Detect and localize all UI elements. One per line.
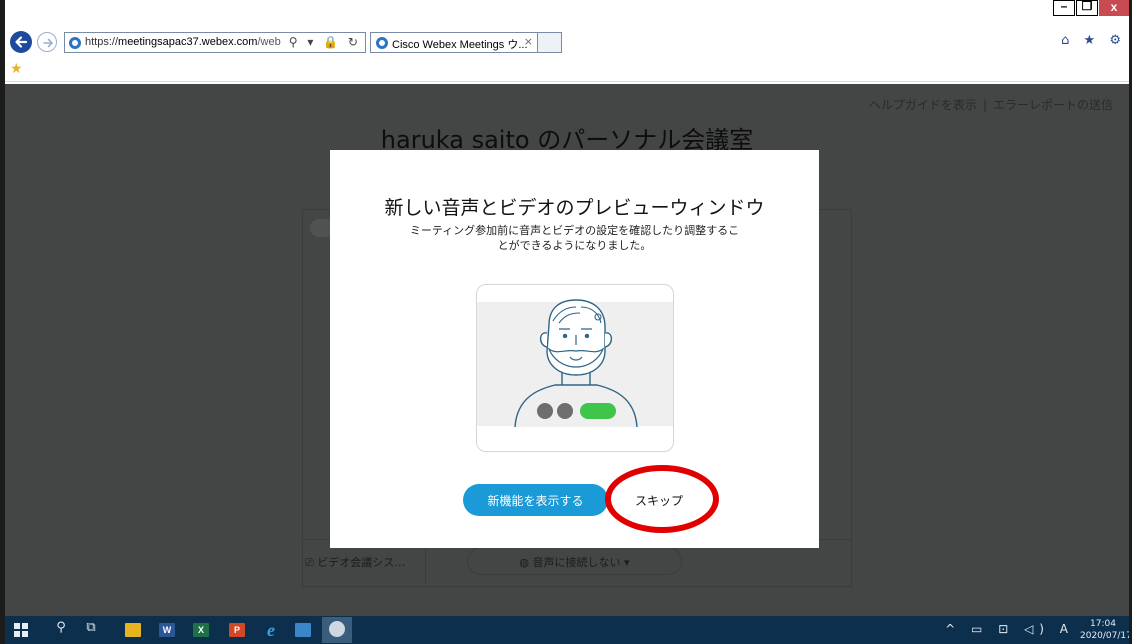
address-bar-icons[interactable]: ⚲ ▾ 🔒 ↻ (289, 35, 361, 49)
word-button[interactable]: W (156, 620, 178, 640)
browser-chrome: – ❐ x https://meetingsapac37.webex.com/w… (0, 0, 1132, 84)
windows-taskbar: ⚲ ⧉ W X P e ^ ▭ ⊡ ◁) A 17:04 2020/07/17 (0, 616, 1132, 644)
error-report-link[interactable]: エラーレポートの送信 (993, 98, 1113, 112)
internet-explorer-icon: e (267, 620, 275, 640)
help-links: ヘルプガイドを表示 | エラーレポートの送信 (868, 98, 1113, 112)
minimize-button[interactable]: – (1053, 0, 1075, 16)
new-tab-button[interactable] (538, 32, 562, 53)
cast-icon: ⎚ (305, 556, 318, 569)
tab-webex-meetings[interactable]: Cisco Webex Meetings ウ... × (370, 32, 538, 53)
favorites-bar: ★ (0, 58, 1132, 82)
powerpoint-icon: P (229, 623, 245, 637)
show-new-features-button[interactable]: 新機能を表示する (463, 484, 608, 516)
file-explorer-button[interactable] (122, 620, 144, 640)
modal-description: ミーティング参加前に音声とビデオの設定を確認したり調整するこ とができるようにな… (409, 224, 740, 252)
close-window-button[interactable]: x (1099, 0, 1129, 16)
back-button[interactable] (10, 31, 32, 53)
folder-icon (125, 623, 141, 637)
tab-close-icon[interactable]: × (524, 35, 533, 48)
tab-title: Cisco Webex Meetings ウ... (392, 39, 528, 51)
site-globe-icon (69, 37, 81, 49)
red-highlight-circle (605, 465, 719, 533)
internet-explorer-button[interactable]: e (260, 620, 282, 640)
photos-icon (295, 623, 311, 637)
help-guide-link[interactable]: ヘルプガイドを表示 (869, 98, 977, 112)
clock[interactable]: 17:04 2020/07/17 (1080, 618, 1132, 642)
add-favorites-star-icon[interactable]: ★ (10, 61, 23, 77)
bottom-divider (425, 544, 426, 584)
word-icon: W (159, 623, 175, 637)
tab-favicon-icon (376, 37, 388, 49)
start-button[interactable] (12, 620, 30, 640)
audio-icon: ◍ (519, 556, 533, 569)
search-icon: ⚲ (56, 620, 66, 635)
forward-button[interactable] (37, 32, 57, 52)
address-bar[interactable]: https://meetingsapac37.webex.com/webappn… (64, 32, 366, 53)
person-avatar-icon (514, 299, 638, 428)
arrow-right-icon (43, 38, 54, 48)
video-system-button[interactable]: ⎚ ビデオ会議シス… (305, 554, 405, 570)
windows-logo-icon (14, 623, 28, 637)
tray-icons[interactable]: ^ ▭ ⊡ ◁) A (945, 622, 1074, 636)
excel-button[interactable]: X (190, 620, 212, 640)
home-favorites-settings-icons[interactable]: ⌂ ★ ⚙ (1061, 33, 1126, 48)
modal-title: 新しい音声とビデオのプレビューウィンドウ (384, 197, 765, 219)
preview-illustration (476, 284, 674, 452)
photos-button[interactable] (292, 620, 314, 640)
arrow-left-icon (15, 36, 28, 48)
window-controls: – ❐ x (1052, 0, 1129, 16)
powerpoint-button[interactable]: P (226, 620, 248, 640)
webex-icon (329, 621, 345, 637)
webex-taskbar-button[interactable] (322, 617, 352, 643)
address-url[interactable]: https://meetingsapac37.webex.com/webappn (85, 36, 281, 48)
task-view-button[interactable]: ⧉ (82, 620, 100, 640)
window-frame-left (0, 0, 5, 644)
audio-connect-dropdown[interactable]: ◍ 音声に接続しない ▾ (467, 547, 682, 575)
search-button[interactable]: ⚲ (52, 620, 70, 640)
task-view-icon: ⧉ (86, 620, 96, 635)
restore-button[interactable]: ❐ (1076, 0, 1098, 16)
excel-icon: X (193, 623, 209, 637)
preview-window-modal: 新しい音声とビデオのプレビューウィンドウ ミーティング参加前に音声とビデオの設定… (330, 150, 819, 548)
